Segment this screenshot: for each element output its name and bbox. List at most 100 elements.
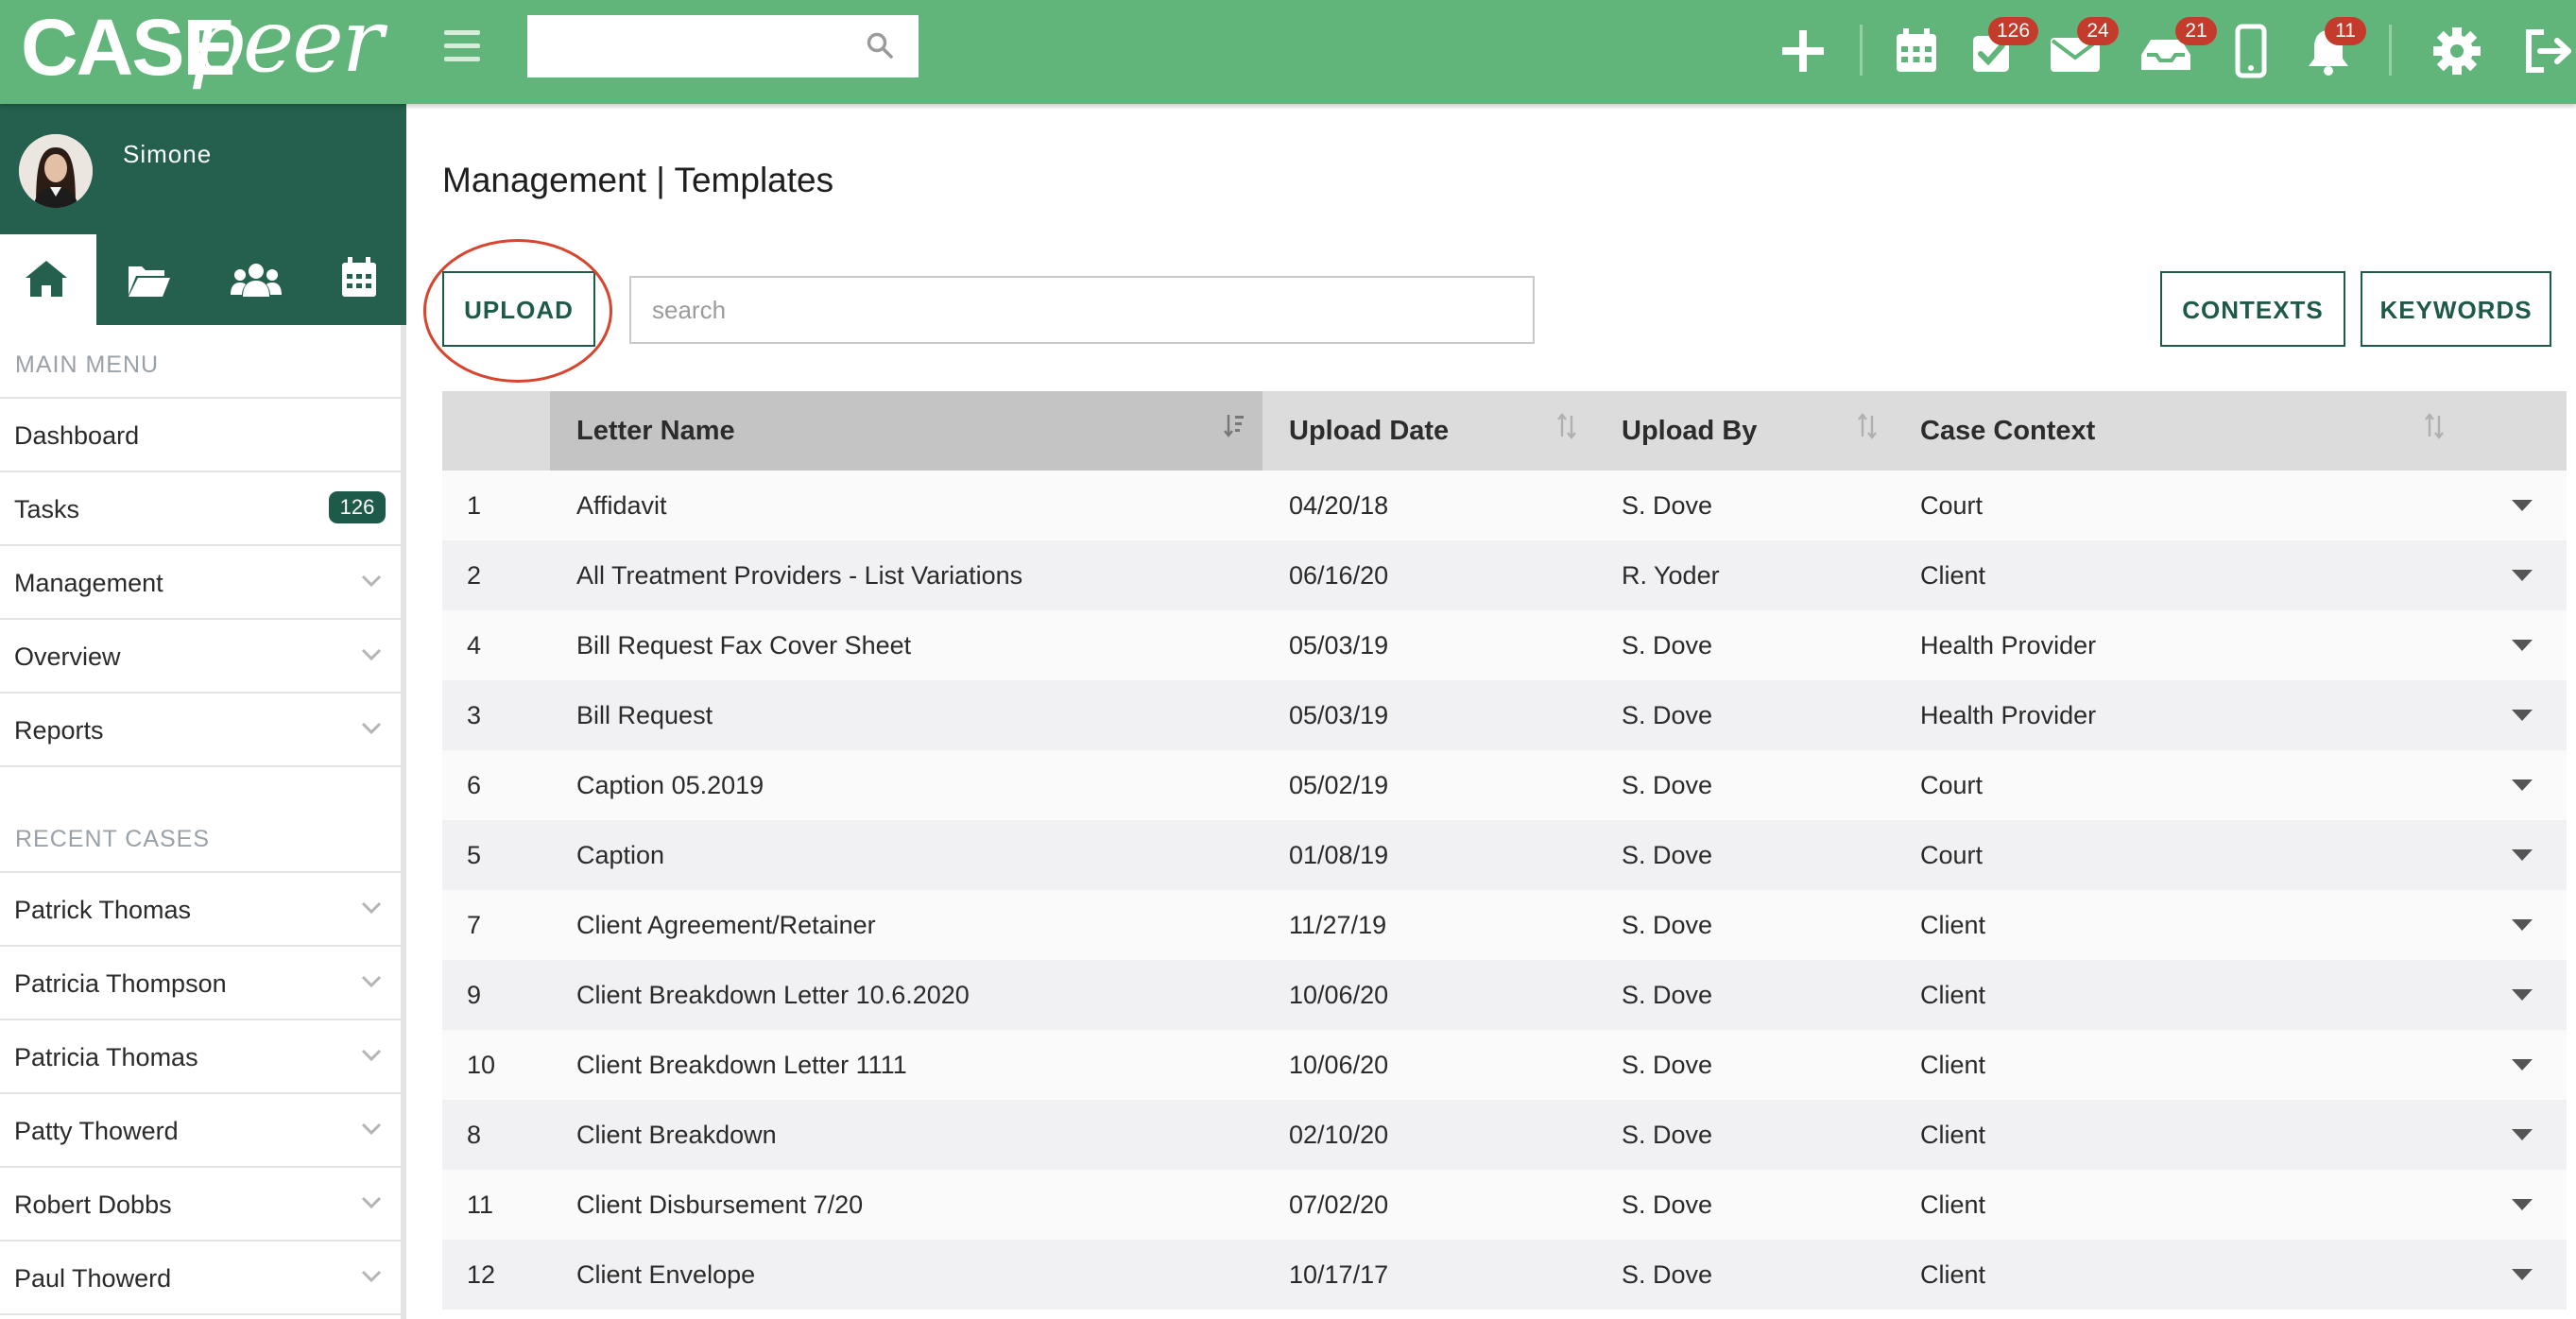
menu-item-management[interactable]: Management	[0, 546, 406, 620]
column-header-letter-name[interactable]: Letter Name	[550, 391, 1262, 471]
tab-contacts[interactable]	[206, 234, 302, 325]
column-header-upload-by[interactable]: Upload By	[1595, 391, 1894, 471]
table-row[interactable]: 8 Client Breakdown 02/10/20 S. Dove Clie…	[442, 1100, 2567, 1170]
letter-name-cell[interactable]: Caption	[576, 841, 664, 870]
tab-cases[interactable]	[100, 234, 197, 325]
case-context-cell: Court	[1920, 491, 1984, 520]
search-icon[interactable]	[866, 31, 894, 60]
chevron-down-icon	[361, 648, 382, 661]
table-row[interactable]: 1 Affidavit 04/20/18 S. Dove Court	[442, 471, 2567, 540]
recent-case-item[interactable]: Patrick Thomas	[0, 873, 406, 947]
case-context-cell: Client	[1920, 1260, 1986, 1289]
menu-item-tasks[interactable]: Tasks 126	[0, 472, 406, 546]
table-row[interactable]: 3 Bill Request 05/03/19 S. Dove Health P…	[442, 680, 2567, 750]
hamburger-menu-icon[interactable]	[444, 30, 480, 70]
upload-by-cell: R. Yoder	[1622, 561, 1720, 590]
tab-calendar[interactable]	[312, 234, 408, 325]
case-context-cell: Client	[1920, 911, 1986, 939]
inbox-count-badge: 21	[2175, 17, 2217, 45]
table-row[interactable]: 9 Client Breakdown Letter 10.6.2020 10/0…	[442, 960, 2567, 1030]
toolbar-divider	[1860, 25, 1863, 76]
caret-down-icon[interactable]	[2512, 1198, 2533, 1211]
table-row[interactable]: 2 All Treatment Providers - List Variati…	[442, 540, 2567, 610]
row-index: 12	[467, 1260, 496, 1289]
caret-down-icon[interactable]	[2512, 1128, 2533, 1141]
global-search-input[interactable]	[527, 15, 919, 77]
chevron-down-icon	[361, 722, 382, 735]
menu-item-reports[interactable]: Reports	[0, 694, 406, 767]
logout-icon[interactable]	[2519, 23, 2576, 79]
main-menu-heading: MAIN MENU	[15, 351, 160, 378]
caret-down-icon[interactable]	[2512, 848, 2533, 862]
letter-name-cell[interactable]: Client Breakdown	[576, 1121, 777, 1150]
tab-home[interactable]	[0, 234, 96, 325]
letter-name-cell[interactable]: Client Breakdown Letter 1111	[576, 1051, 907, 1080]
table-row[interactable]: 12 Client Envelope 10/17/17 S. Dove Clie…	[442, 1240, 2567, 1310]
recent-case-item[interactable]: Robert Dobbs	[0, 1168, 406, 1242]
caret-down-icon[interactable]	[2512, 918, 2533, 932]
column-header-label: Upload Date	[1289, 416, 1450, 446]
letter-name-cell[interactable]: Bill Request	[576, 701, 713, 730]
upload-date-cell: 05/02/19	[1289, 771, 1389, 799]
users-icon	[231, 264, 282, 297]
recent-case-item[interactable]: Paul Thowerd	[0, 1242, 406, 1315]
recent-case-label: Patrick Thomas	[14, 896, 192, 924]
letter-name-cell[interactable]: Caption 05.2019	[576, 771, 764, 800]
caret-down-icon[interactable]	[2512, 779, 2533, 792]
upload-by-cell: S. Dove	[1622, 771, 1713, 799]
letter-name-cell[interactable]: Affidavit	[576, 491, 667, 521]
sort-icon[interactable]	[1856, 412, 1879, 440]
plus-icon[interactable]	[1775, 23, 1831, 79]
sort-icon[interactable]	[2423, 412, 2446, 440]
case-context-cell: Client	[1920, 1121, 1986, 1149]
recent-case-item[interactable]: Patricia Thomas	[0, 1020, 406, 1094]
caret-down-icon[interactable]	[2512, 499, 2533, 512]
letter-name-cell[interactable]: Bill Request Fax Cover Sheet	[576, 631, 911, 660]
table-row[interactable]: 7 Client Agreement/Retainer 11/27/19 S. …	[442, 890, 2567, 960]
row-index: 10	[467, 1051, 496, 1079]
column-header-upload-date[interactable]: Upload Date	[1262, 391, 1595, 471]
upload-by-cell: S. Dove	[1622, 1260, 1713, 1289]
letter-name-cell[interactable]: Client Breakdown Letter 10.6.2020	[576, 981, 970, 1010]
menu-item-label: Reports	[14, 716, 104, 745]
case-context-cell: Health Provider	[1920, 701, 2097, 729]
recent-case-label: Paul Thowerd	[14, 1264, 172, 1293]
table-row[interactable]: 4 Bill Request Fax Cover Sheet 05/03/19 …	[442, 610, 2567, 680]
caret-down-icon[interactable]	[2512, 1058, 2533, 1071]
caret-down-icon[interactable]	[2512, 988, 2533, 1002]
calendar-icon[interactable]	[1888, 23, 1945, 79]
avatar[interactable]	[19, 134, 93, 208]
menu-item-dashboard[interactable]: Dashboard	[0, 399, 406, 472]
upload-button[interactable]: UPLOAD	[442, 271, 595, 347]
contexts-button[interactable]: CONTEXTS	[2160, 271, 2345, 347]
recent-case-item[interactable]: Patty Thowerd	[0, 1094, 406, 1168]
letter-name-cell[interactable]: All Treatment Providers - List Variation…	[576, 561, 1022, 591]
sort-icon[interactable]	[1555, 412, 1578, 440]
caret-down-icon[interactable]	[2512, 1268, 2533, 1281]
keywords-button[interactable]: KEYWORDS	[2361, 271, 2551, 347]
recent-cases-heading: RECENT CASES	[15, 826, 211, 852]
caret-down-icon[interactable]	[2512, 709, 2533, 722]
sort-desc-icon[interactable]	[1223, 412, 1245, 440]
template-search-input[interactable]	[629, 276, 1535, 344]
letter-name-cell[interactable]: Client Agreement/Retainer	[576, 911, 876, 940]
table-row[interactable]: 10 Client Breakdown Letter 1111 10/06/20…	[442, 1030, 2567, 1100]
upload-by-cell: S. Dove	[1622, 1191, 1713, 1219]
notifications-count-badge: 11	[2325, 17, 2366, 45]
caret-down-icon[interactable]	[2512, 569, 2533, 582]
chevron-down-icon	[361, 901, 382, 915]
phone-icon[interactable]	[2223, 23, 2279, 79]
gear-icon[interactable]	[2429, 23, 2485, 79]
menu-item-overview[interactable]: Overview	[0, 620, 406, 694]
casepeer-logo[interactable]: CASE peer	[21, 0, 384, 104]
table-row[interactable]: 11 Client Disbursement 7/20 07/02/20 S. …	[442, 1170, 2567, 1240]
letter-name-cell[interactable]: Client Disbursement 7/20	[576, 1191, 863, 1220]
column-header-case-context[interactable]: Case Context	[1894, 391, 2567, 471]
letter-name-cell[interactable]: Client Envelope	[576, 1260, 755, 1290]
case-context-cell: Court	[1920, 771, 1984, 799]
table-row[interactable]: 6 Caption 05.2019 05/02/19 S. Dove Court	[442, 750, 2567, 820]
caret-down-icon[interactable]	[2512, 639, 2533, 652]
table-row[interactable]: 5 Caption 01/08/19 S. Dove Court	[442, 820, 2567, 890]
menu-item-label: Overview	[14, 642, 121, 671]
recent-case-item[interactable]: Patricia Thompson	[0, 947, 406, 1020]
